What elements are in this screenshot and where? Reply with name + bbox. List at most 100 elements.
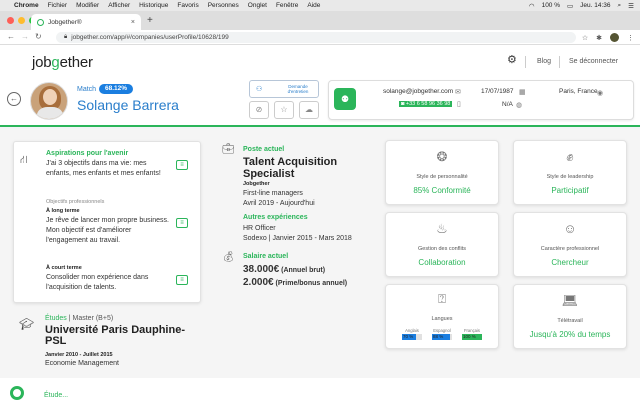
city-text: Paris, France — [559, 88, 598, 95]
wifi-icon[interactable]: ◠ — [529, 2, 535, 10]
reload-icon[interactable]: ↻ — [35, 32, 42, 41]
site-header: jobgether ⚙ Blog Se déconnecter — [0, 45, 640, 81]
gear-icon[interactable]: ⚙ — [507, 53, 517, 66]
menu-fichier[interactable]: Fichier — [48, 2, 68, 9]
menu-personnes[interactable]: Personnes — [208, 2, 239, 9]
languages-label: Langues — [431, 316, 453, 322]
forward-arrow-icon[interactable]: → — [21, 32, 29, 41]
logout-link[interactable]: Se déconnecter — [569, 58, 618, 65]
profile-avatar-icon[interactable] — [610, 33, 619, 42]
search-icon[interactable]: ⌕ — [618, 2, 622, 10]
more-menu-icon[interactable]: ⋮ — [627, 34, 634, 42]
globe-icon: ◍ — [516, 102, 523, 109]
salary-bonus-note: (Prime/bonus annuel) — [275, 280, 348, 287]
logo-text-end: ether — [59, 54, 93, 71]
match-label: Match — [77, 86, 97, 93]
battery-icon[interactable]: ▭ — [567, 2, 573, 10]
clock[interactable]: Jeu. 14:36 — [580, 2, 610, 9]
current-job-label: Poste actuel — [243, 146, 285, 153]
remote-label: Télétravail — [557, 318, 583, 324]
other-experience-label: Autres expériences — [243, 214, 308, 221]
phone-icon: ▯ — [457, 101, 461, 108]
menu-list-icon[interactable]: ☰ — [628, 2, 634, 10]
url-bar[interactable]: 🔒︎ jobgether.com/app/#/companies/userPro… — [56, 32, 576, 43]
target-icon — [10, 386, 24, 400]
phone-text[interactable]: ◙ +33 6 58 96 36 98 — [399, 101, 453, 107]
remote-work-card[interactable]: 💻︎ Télétravail Jusqu'à 20% du temps — [513, 284, 627, 349]
salary-label: Salaire actuel — [243, 253, 289, 260]
language-bar: 70 % — [402, 334, 422, 340]
comment-icon[interactable]: ≡ — [176, 218, 188, 228]
menu-onglet[interactable]: Onglet — [248, 2, 267, 9]
menu-favoris[interactable]: Favoris — [177, 2, 198, 9]
favorite-button[interactable]: ☆ — [274, 101, 294, 119]
url-text: jobgether.com/app/#/companies/userProfil… — [71, 34, 229, 41]
remote-value: Jusqu'à 20% du temps — [529, 330, 611, 339]
character-card[interactable]: ☺ Caractère professionnel Chercheur — [513, 212, 627, 277]
jobgether-logo[interactable]: jobgether — [32, 54, 93, 71]
extensions-icon[interactable]: ✱ — [596, 34, 602, 42]
status-area: ◠ 100 % ▭ Jeu. 14:36 ⌕ ☰ — [529, 0, 634, 11]
avatar — [30, 82, 68, 120]
blog-link[interactable]: Blog — [537, 58, 551, 65]
archive-button[interactable]: ☁ — [299, 101, 319, 119]
email-text[interactable]: solange@jobgether.com — [383, 88, 453, 95]
close-tab-icon[interactable]: × — [131, 19, 135, 26]
browser-tab[interactable]: Jobgether® × — [31, 14, 141, 30]
menu-modifier[interactable]: Modifier — [76, 2, 99, 9]
leadership-label: Style de leadership — [546, 174, 594, 180]
personality-card[interactable]: ❂ Style de personnalité 85% Conformité — [385, 140, 499, 205]
reject-button[interactable]: ⊘ — [249, 101, 269, 119]
salary-gross: 38.000€ (Annuel brut) — [243, 264, 325, 275]
avatar-shirt — [37, 107, 63, 119]
bookmark-star-icon[interactable]: ☆ — [582, 34, 588, 42]
location-pin-icon: ◉ — [597, 90, 604, 97]
briefcase-icon: 💼︎ — [222, 144, 235, 155]
back-circle-icon[interactable]: ← — [7, 92, 21, 106]
star-icon: ☆ — [280, 105, 288, 114]
leadership-card[interactable]: ✊︎ Style de leadership Participatif — [513, 140, 627, 205]
menu-historique[interactable]: Historique — [139, 2, 168, 9]
new-tab-button[interactable]: + — [147, 15, 153, 26]
salary-bonus: 2.000€ (Prime/bonus annuel) — [243, 277, 347, 288]
match-badge: 68.12% — [99, 84, 134, 94]
minimize-window-button[interactable] — [18, 17, 25, 24]
short-term-text: Consolider mon expérience dans l'acquisi… — [46, 274, 149, 291]
network-icon: ❂ — [436, 149, 448, 164]
menu-app[interactable]: Chrome — [14, 2, 39, 9]
company-name: Jobgether — [243, 181, 270, 187]
candidate-name: Solange Barrera — [77, 97, 179, 113]
toolbar-icons: ☆ ✱ ⋮ — [582, 33, 634, 42]
leadership-value: Participatif — [551, 186, 589, 195]
nationality-text: N/A — [502, 101, 513, 108]
back-arrow-icon[interactable]: ← — [7, 32, 15, 41]
laptop-icon: 💻︎ — [561, 293, 579, 308]
phone-number: +33 6 58 96 36 98 — [405, 101, 451, 107]
candidate-actions: ⚇ Demande d'entretien ⊘ ☆ ☁ — [249, 80, 319, 122]
envelope-icon: ✉ — [455, 89, 461, 96]
aspirations-panel: ⛙ Aspirations pour l'avenir J'ai 3 objec… — [13, 141, 201, 303]
money-bag-icon: 💰︎ — [222, 252, 235, 263]
salary-gross-value: 38.000€ — [243, 264, 280, 275]
header-divider — [525, 56, 526, 68]
menu-fenetre[interactable]: Fenêtre — [276, 2, 298, 9]
close-window-button[interactable] — [7, 17, 14, 24]
battery-percent[interactable]: 100 % — [542, 2, 560, 9]
salary-bonus-value: 2.000€ — [243, 277, 274, 288]
character-value: Chercheur — [551, 258, 589, 267]
languages-card[interactable]: ⍰ Langues Anglais 70 % Espagnol 88 % Fra… — [385, 284, 499, 349]
education-level: Master (B+5) — [72, 315, 114, 322]
menu-aide[interactable]: Aide — [307, 2, 320, 9]
lock-icon[interactable]: 🔒︎ — [64, 34, 67, 41]
language-bar: 88 % — [432, 334, 452, 340]
comment-icon[interactable]: ≡ — [176, 275, 188, 285]
conflict-card[interactable]: ♨ Gestion des conflits Collaboration — [385, 212, 499, 277]
comment-icon[interactable]: ≡ — [176, 160, 188, 170]
menu-afficher[interactable]: Afficher — [108, 2, 130, 9]
conflict-label: Gestion des conflits — [418, 246, 466, 252]
interview-request-button[interactable]: ⚇ Demande d'entretien — [249, 80, 319, 98]
language-name: Anglais — [405, 328, 419, 333]
education-field: Economie Management — [45, 360, 119, 367]
browser-tabbar: Jobgether® × + — [0, 11, 640, 30]
salary-gross-note: (Annuel brut) — [281, 267, 326, 274]
